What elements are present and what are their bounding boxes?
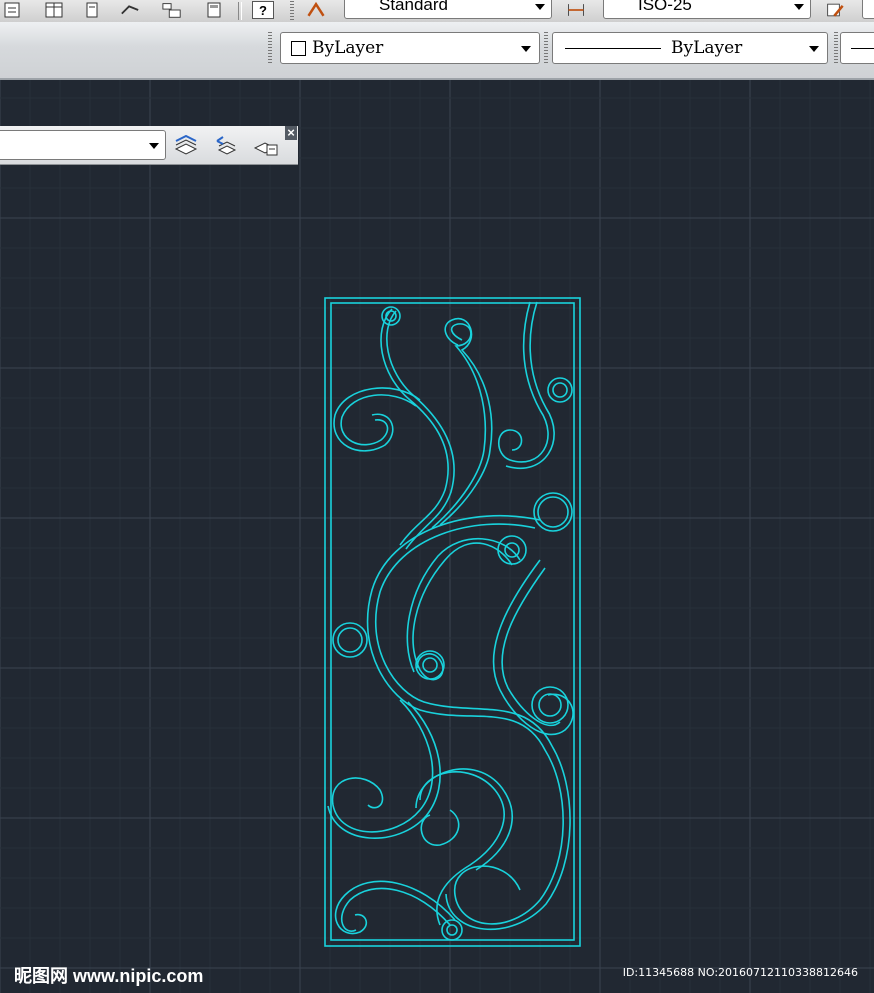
scroll — [340, 394, 417, 446]
linetype-value: ByLayer — [671, 38, 743, 58]
scroll — [415, 768, 513, 871]
scroll — [501, 567, 561, 727]
calculator-icon[interactable] — [204, 0, 224, 20]
scroll — [331, 699, 434, 833]
site-watermark: 昵图网 www.nipic.com — [14, 966, 204, 986]
table-style-icon[interactable] — [826, 0, 846, 20]
dimension-style-dropdown[interactable]: ISO-25 — [603, 0, 811, 19]
properties-toolbar: ByLayer ByLayer — [0, 22, 874, 80]
close-icon[interactable]: × — [285, 126, 297, 140]
scroll-ring — [441, 919, 463, 941]
scroll — [439, 317, 493, 526]
dimension-style-icon[interactable] — [566, 0, 586, 20]
color-value: ByLayer — [312, 38, 384, 58]
outer-frame — [324, 297, 581, 947]
scroll-ring — [531, 686, 569, 724]
layer-previous-icon[interactable] — [212, 134, 240, 158]
layer-properties-icon[interactable] — [172, 134, 200, 158]
ornamental-gate-drawing[interactable] — [324, 297, 581, 947]
dimension-style-value: ISO-25 — [638, 0, 692, 14]
table-icon[interactable] — [44, 0, 64, 20]
linetype-dropdown[interactable]: ByLayer — [552, 32, 828, 64]
scroll — [366, 514, 564, 925]
block-editor-icon[interactable] — [162, 0, 182, 20]
scroll-ring — [552, 382, 568, 398]
text-style-icon[interactable] — [306, 0, 326, 20]
new-text-icon[interactable] — [2, 0, 22, 20]
scroll — [340, 887, 451, 932]
scroll-ring — [538, 693, 562, 717]
properties-icon[interactable] — [82, 0, 102, 20]
layer-states-icon[interactable] — [252, 134, 280, 158]
scroll-ring — [446, 924, 458, 936]
scroll — [380, 308, 449, 546]
lineweight-dropdown[interactable] — [840, 32, 874, 64]
color-dropdown[interactable]: ByLayer — [280, 32, 540, 64]
text-style-dropdown[interactable]: Standard — [344, 0, 552, 19]
layer-dropdown[interactable] — [0, 130, 166, 160]
scroll-ring — [537, 496, 569, 528]
styles-toolbar: ? Standard ISO-25 — [0, 0, 874, 23]
text-style-value: Standard — [379, 0, 448, 14]
help-icon[interactable]: ? — [252, 1, 274, 19]
match-properties-icon[interactable] — [120, 0, 140, 20]
scroll-ring — [422, 657, 438, 673]
layers-toolbar: × — [0, 126, 298, 165]
linetype-preview-icon — [565, 48, 661, 49]
image-id-watermark: ID:11345688 NO:20160712110338812646 — [622, 966, 858, 979]
scroll — [374, 523, 571, 931]
table-style-dropdown[interactable] — [862, 0, 874, 19]
scroll-ring — [337, 627, 363, 653]
scroll — [497, 301, 549, 463]
drawing-canvas[interactable] — [0, 78, 874, 993]
color-swatch-icon — [291, 41, 306, 56]
